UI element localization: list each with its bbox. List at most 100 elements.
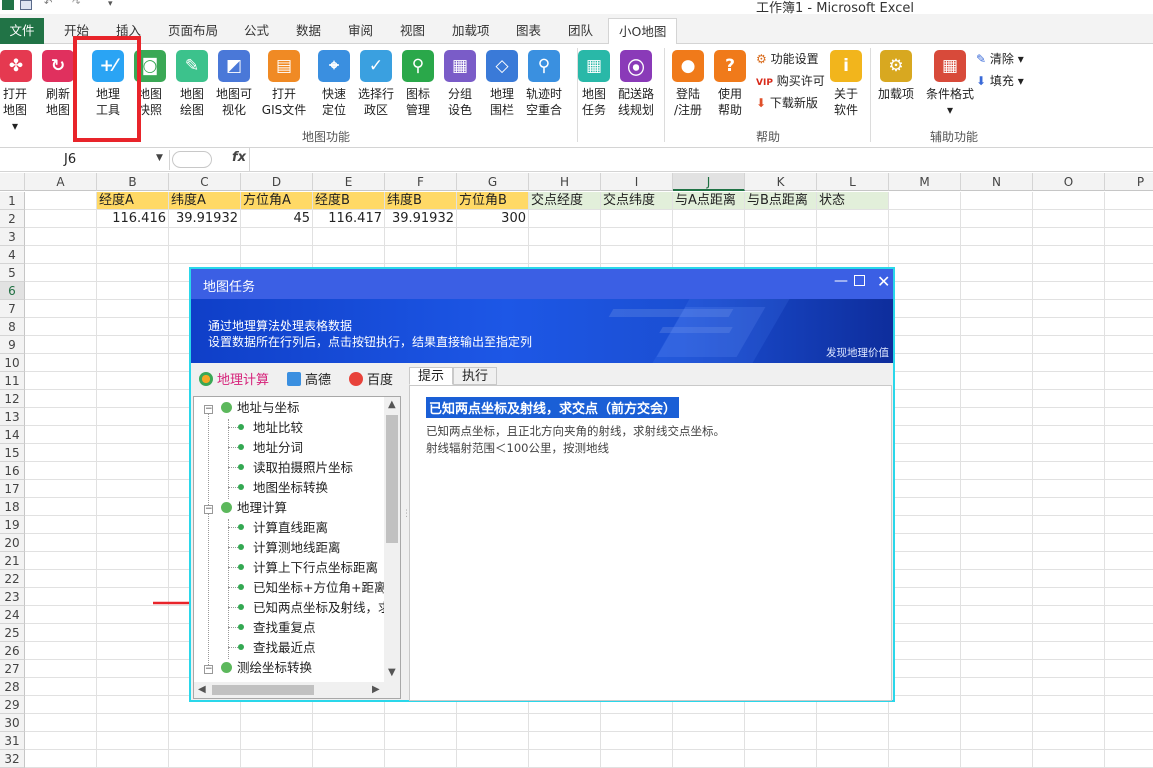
row-header-8[interactable]: 8 xyxy=(0,318,25,336)
close-icon[interactable]: ✕ xyxy=(877,272,890,291)
cell[interactable] xyxy=(313,714,385,732)
cell[interactable] xyxy=(961,570,1033,588)
cell[interactable] xyxy=(961,282,1033,300)
value-cell[interactable]: 45 xyxy=(241,210,313,228)
cell[interactable] xyxy=(961,588,1033,606)
minimize-icon[interactable]: — xyxy=(834,273,848,289)
cell[interactable] xyxy=(169,732,241,750)
cell[interactable] xyxy=(889,552,961,570)
qat-dropdown-icon[interactable]: ▾ xyxy=(108,0,120,10)
cell[interactable] xyxy=(889,480,961,498)
cell[interactable] xyxy=(673,714,745,732)
cell[interactable] xyxy=(745,732,817,750)
cell[interactable] xyxy=(1033,642,1105,660)
cell[interactable] xyxy=(25,516,97,534)
row-header-27[interactable]: 27 xyxy=(0,660,25,678)
cell[interactable] xyxy=(385,228,457,246)
tab-xiao-o-map[interactable]: 小O地图 xyxy=(608,18,678,45)
cell[interactable] xyxy=(97,714,169,732)
cell[interactable] xyxy=(169,246,241,264)
cell[interactable] xyxy=(889,318,961,336)
row-header-5[interactable]: 5 xyxy=(0,264,25,282)
cell[interactable] xyxy=(97,426,169,444)
ribbon-button-1[interactable]: ↻ 刷新 地图 xyxy=(38,50,78,118)
row-header-17[interactable]: 17 xyxy=(0,480,25,498)
tab-formulas[interactable]: 公式 xyxy=(244,20,269,44)
row-header-26[interactable]: 26 xyxy=(0,642,25,660)
tree-item[interactable]: 计算上下行点坐标距离 xyxy=(228,558,378,578)
cell[interactable] xyxy=(169,714,241,732)
ribbon-button-8[interactable]: ✓ 选择行 政区 xyxy=(356,50,396,118)
cell[interactable] xyxy=(385,246,457,264)
cell[interactable] xyxy=(25,588,97,606)
tree-item[interactable]: 读取拍摄照片坐标 xyxy=(228,458,353,478)
name-box[interactable]: J6 ▼ xyxy=(0,150,170,170)
cell[interactable] xyxy=(961,516,1033,534)
cell[interactable] xyxy=(97,624,169,642)
tab-view[interactable]: 视图 xyxy=(400,20,425,44)
cell[interactable] xyxy=(889,426,961,444)
column-header-O[interactable]: O xyxy=(1033,173,1105,191)
cell[interactable] xyxy=(889,444,961,462)
cell[interactable] xyxy=(97,750,169,768)
cell[interactable] xyxy=(961,696,1033,714)
cell[interactable] xyxy=(1105,570,1153,588)
row-header-19[interactable]: 19 xyxy=(0,516,25,534)
cell[interactable] xyxy=(1105,426,1153,444)
cell[interactable] xyxy=(889,588,961,606)
row-header-14[interactable]: 14 xyxy=(0,426,25,444)
column-header-B[interactable]: B xyxy=(97,173,169,191)
cell[interactable] xyxy=(1033,444,1105,462)
cell[interactable] xyxy=(961,624,1033,642)
value-cell[interactable]: 39.91932 xyxy=(385,210,457,228)
cell[interactable] xyxy=(961,318,1033,336)
cell[interactable] xyxy=(97,264,169,282)
header-cell[interactable]: 经度B xyxy=(313,192,385,210)
cell[interactable] xyxy=(1033,498,1105,516)
ribbon-button-17[interactable]: i 关于 软件 xyxy=(826,50,866,118)
ribbon-button-4[interactable]: ✎ 地图 绘图 xyxy=(172,50,212,118)
cell[interactable] xyxy=(889,300,961,318)
cell[interactable] xyxy=(25,246,97,264)
cell[interactable] xyxy=(673,228,745,246)
cell[interactable] xyxy=(745,210,817,228)
cell[interactable] xyxy=(529,210,601,228)
row-header-3[interactable]: 3 xyxy=(0,228,25,246)
source-tab-gaode[interactable]: 高德 xyxy=(287,369,331,388)
cell[interactable] xyxy=(889,192,961,210)
save-icon[interactable] xyxy=(20,0,32,10)
cell[interactable] xyxy=(1033,678,1105,696)
ribbon-button-14[interactable]: ⦿ 配送路 线规划 xyxy=(616,50,656,118)
cell[interactable] xyxy=(889,678,961,696)
source-tab-geo-calc[interactable]: 地理计算 xyxy=(199,369,269,388)
ribbon-button-19[interactable]: ▦ 条件格式 ▾ xyxy=(924,50,976,118)
column-header-F[interactable]: F xyxy=(385,173,457,191)
header-cell[interactable]: 方位角B xyxy=(457,192,529,210)
ribbon-button-15[interactable]: ● 登陆 /注册 xyxy=(668,50,708,118)
cell[interactable] xyxy=(1105,678,1153,696)
cell[interactable] xyxy=(25,318,97,336)
cell[interactable] xyxy=(961,534,1033,552)
scroll-left-icon[interactable]: ◀ xyxy=(198,684,206,695)
cell[interactable] xyxy=(529,732,601,750)
cell[interactable] xyxy=(1105,534,1153,552)
ribbon-button-18[interactable]: ⚙ 加载项 xyxy=(876,50,916,102)
cell[interactable] xyxy=(1033,606,1105,624)
cell[interactable] xyxy=(1105,372,1153,390)
scroll-down-icon[interactable]: ▼ xyxy=(388,667,396,678)
scrollbar-thumb[interactable] xyxy=(386,415,398,543)
cell[interactable] xyxy=(1033,480,1105,498)
ribbon-button-11[interactable]: ◇ 地理 围栏 xyxy=(482,50,522,118)
cell[interactable] xyxy=(1033,732,1105,750)
cell[interactable] xyxy=(529,750,601,768)
cell[interactable] xyxy=(25,426,97,444)
cell[interactable] xyxy=(241,228,313,246)
cell[interactable] xyxy=(25,624,97,642)
cell[interactable] xyxy=(889,210,961,228)
cell[interactable] xyxy=(961,444,1033,462)
column-header-I[interactable]: I xyxy=(601,173,673,191)
scrollbar-thumb[interactable] xyxy=(212,685,314,695)
cell[interactable] xyxy=(241,732,313,750)
cell[interactable] xyxy=(889,570,961,588)
cell[interactable] xyxy=(889,732,961,750)
